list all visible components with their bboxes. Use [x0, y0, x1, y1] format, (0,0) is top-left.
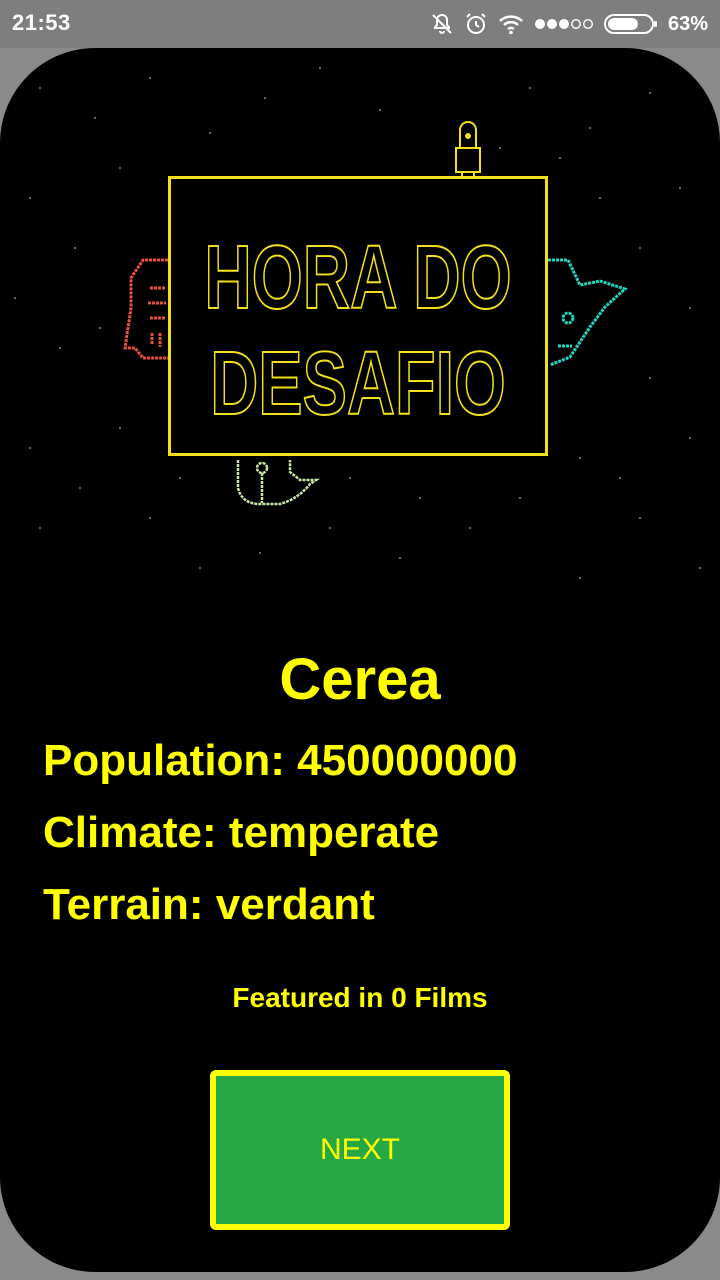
planet-terrain: Terrain: verdant — [43, 880, 375, 929]
robot-icon — [455, 121, 481, 178]
falcon-ship-icon — [236, 460, 321, 506]
planet-population: Population: 450000000 — [43, 736, 518, 785]
status-bar: 21:53 63% — [0, 0, 720, 48]
wifi-icon — [498, 13, 524, 35]
signal-dots-icon — [534, 17, 594, 31]
planet-films-count: Featured in 0 Films — [232, 982, 488, 1013]
vader-helmet-icon — [123, 258, 168, 360]
next-button[interactable]: NEXT — [210, 1070, 510, 1230]
logo-line-1: HORA DO — [204, 228, 511, 328]
notifications-off-icon — [430, 12, 454, 36]
status-icons: 63% — [430, 8, 708, 40]
status-time: 21:53 — [12, 10, 71, 35]
logo-line-2: DESAFIO — [210, 334, 506, 434]
next-button-label: NEXT — [319, 1133, 400, 1166]
battery-icon — [603, 13, 658, 35]
logo-text-art: HORA DO DESAFIO — [203, 227, 512, 435]
yoda-icon — [548, 258, 628, 367]
alarm-icon — [464, 12, 488, 36]
hora-do-desafio-logo: HORA DO DESAFIO — [168, 176, 548, 456]
battery-percent: 63% — [667, 12, 708, 35]
planet-climate: Climate: temperate — [43, 808, 440, 857]
planet-name: Cerea — [279, 647, 441, 712]
app-screen: HORA DO DESAFIO Cerea Population: 450000… — [0, 48, 720, 1272]
